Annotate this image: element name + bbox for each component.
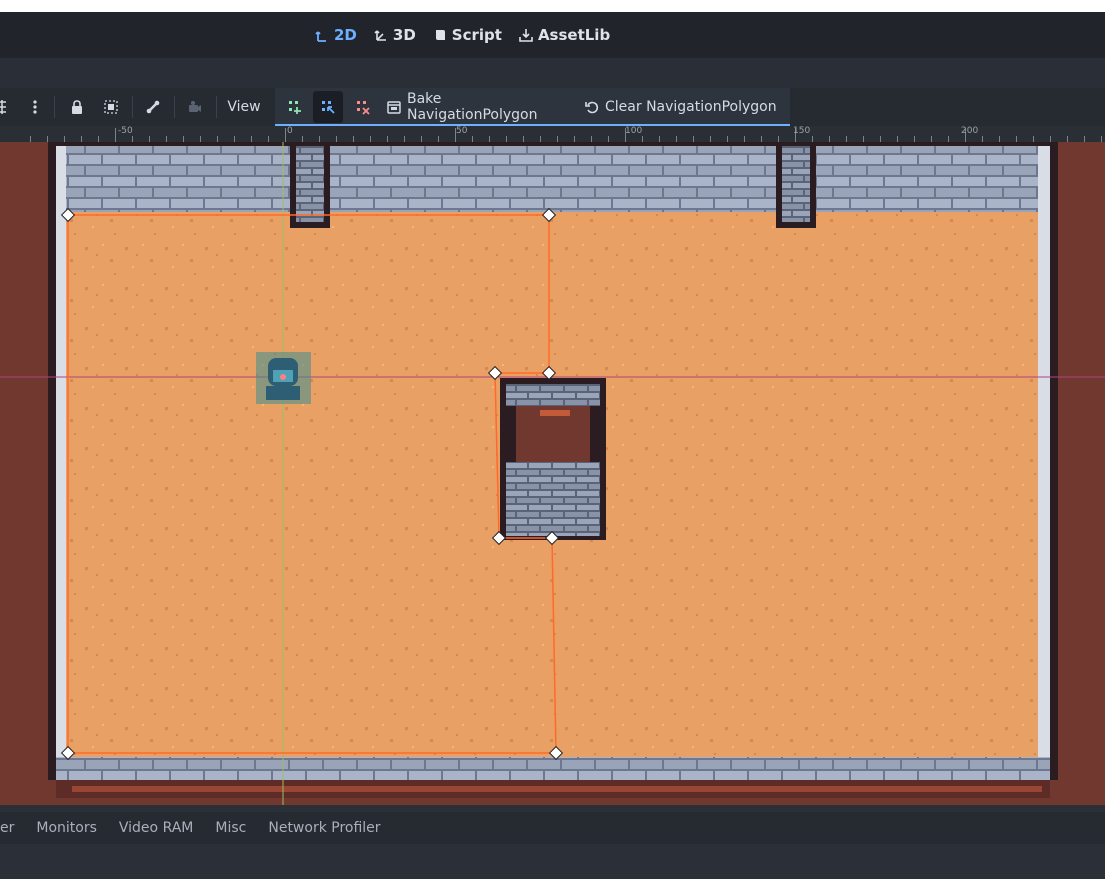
bake-icon: [387, 101, 401, 114]
view-menu-label: View: [227, 99, 261, 115]
ruler-label: 100: [625, 126, 643, 136]
group-icon: [104, 100, 118, 114]
add-point-icon: [289, 101, 301, 114]
ruler-label: 150: [793, 126, 811, 136]
edit-points-button[interactable]: [318, 88, 338, 126]
more-options-button[interactable]: [26, 88, 44, 126]
ruler-label: 0: [287, 126, 293, 136]
ruler-label: -50: [118, 126, 133, 136]
wall-pillar-bricks: [296, 146, 324, 222]
ruler-tick: [115, 128, 116, 142]
2d-viewport[interactable]: [0, 142, 1105, 805]
ruler-label: 50: [456, 126, 468, 136]
center-pillar-bottom: [506, 462, 600, 536]
debugger-panel: [0, 844, 1105, 879]
tab-network-profiler[interactable]: Network Profiler: [268, 820, 380, 836]
lock-icon: [72, 100, 82, 114]
reload-icon: [585, 101, 599, 114]
center-pillar-bricks: [540, 410, 570, 416]
camera-override-button[interactable]: [185, 88, 205, 126]
clear-navigation-polygon-button[interactable]: Clear NavigationPolygon: [584, 88, 784, 126]
toolbar-divider: [216, 96, 217, 118]
scene-tabs-bar: [0, 58, 1105, 88]
tab-monitors[interactable]: Monitors: [36, 820, 97, 836]
delete-points-button[interactable]: [353, 88, 373, 126]
grid-snap-icon: [0, 100, 6, 114]
tab-2d[interactable]: 2D: [315, 26, 357, 44]
tab-video-ram[interactable]: Video RAM: [119, 820, 194, 836]
lock-button[interactable]: [67, 88, 87, 126]
bake-navigation-polygon-button[interactable]: Bake NavigationPolygon: [386, 88, 576, 126]
center-pillar-top: [506, 384, 600, 406]
camera-icon: [189, 101, 201, 112]
bottom-wall-base-bricks: [72, 786, 1042, 792]
toolbar-divider: [132, 96, 133, 118]
scene-canvas[interactable]: [0, 142, 1105, 805]
tab-script-label: Script: [451, 26, 502, 44]
viewport-scrollbar-strip: [0, 805, 1105, 812]
bone-icon: [146, 100, 160, 114]
bone-button[interactable]: [143, 88, 163, 126]
top-wall: [66, 146, 1038, 212]
view-menu[interactable]: View: [224, 88, 264, 126]
tab-misc[interactable]: Misc: [215, 820, 246, 836]
script-icon: [435, 30, 445, 40]
download-icon: [519, 29, 533, 42]
delete-point-icon: [357, 101, 370, 115]
toolbar-divider: [54, 96, 55, 118]
tab-3d[interactable]: 3D: [374, 26, 416, 44]
main-mode-tabs: 2D 3D Script AssetLib: [315, 12, 610, 58]
debugger-tabs: er Monitors Video RAM Misc Network Profi…: [0, 812, 1105, 844]
snap-options-icon[interactable]: [0, 88, 14, 126]
bake-navigation-polygon-label: Bake NavigationPolygon: [406, 91, 538, 123]
clear-navigation-polygon-label: Clear NavigationPolygon: [605, 99, 777, 115]
2d-transform-icon: [315, 31, 326, 42]
bottom-wall: [56, 757, 1050, 780]
tab-3d-label: 3D: [392, 26, 416, 44]
horizontal-ruler: -50 0 50 100 150 200: [0, 126, 1105, 143]
main-topbar: 2D 3D Script AssetLib: [0, 12, 1105, 58]
tab-2d-label: 2D: [334, 26, 357, 44]
3d-transform-icon: [374, 30, 386, 41]
tab-script[interactable]: Script: [433, 26, 502, 44]
tab-profiler[interactable]: er: [0, 820, 14, 836]
wall-pillar-bricks: [782, 146, 810, 222]
player-sprite[interactable]: [256, 352, 311, 404]
group-button[interactable]: [101, 88, 121, 126]
canvas-toolbar: View Bake NavigationPolygon Clear Naviga…: [0, 88, 1105, 126]
toolbar-divider: [174, 96, 175, 118]
ruler-label: 200: [961, 126, 979, 136]
kebab-menu-icon: [33, 100, 37, 114]
tab-assetlib[interactable]: AssetLib: [519, 26, 610, 44]
ruler-tick: [285, 128, 286, 142]
tab-assetlib-label: AssetLib: [537, 26, 611, 44]
create-points-button[interactable]: [285, 88, 305, 126]
edit-point-icon: [322, 101, 335, 114]
